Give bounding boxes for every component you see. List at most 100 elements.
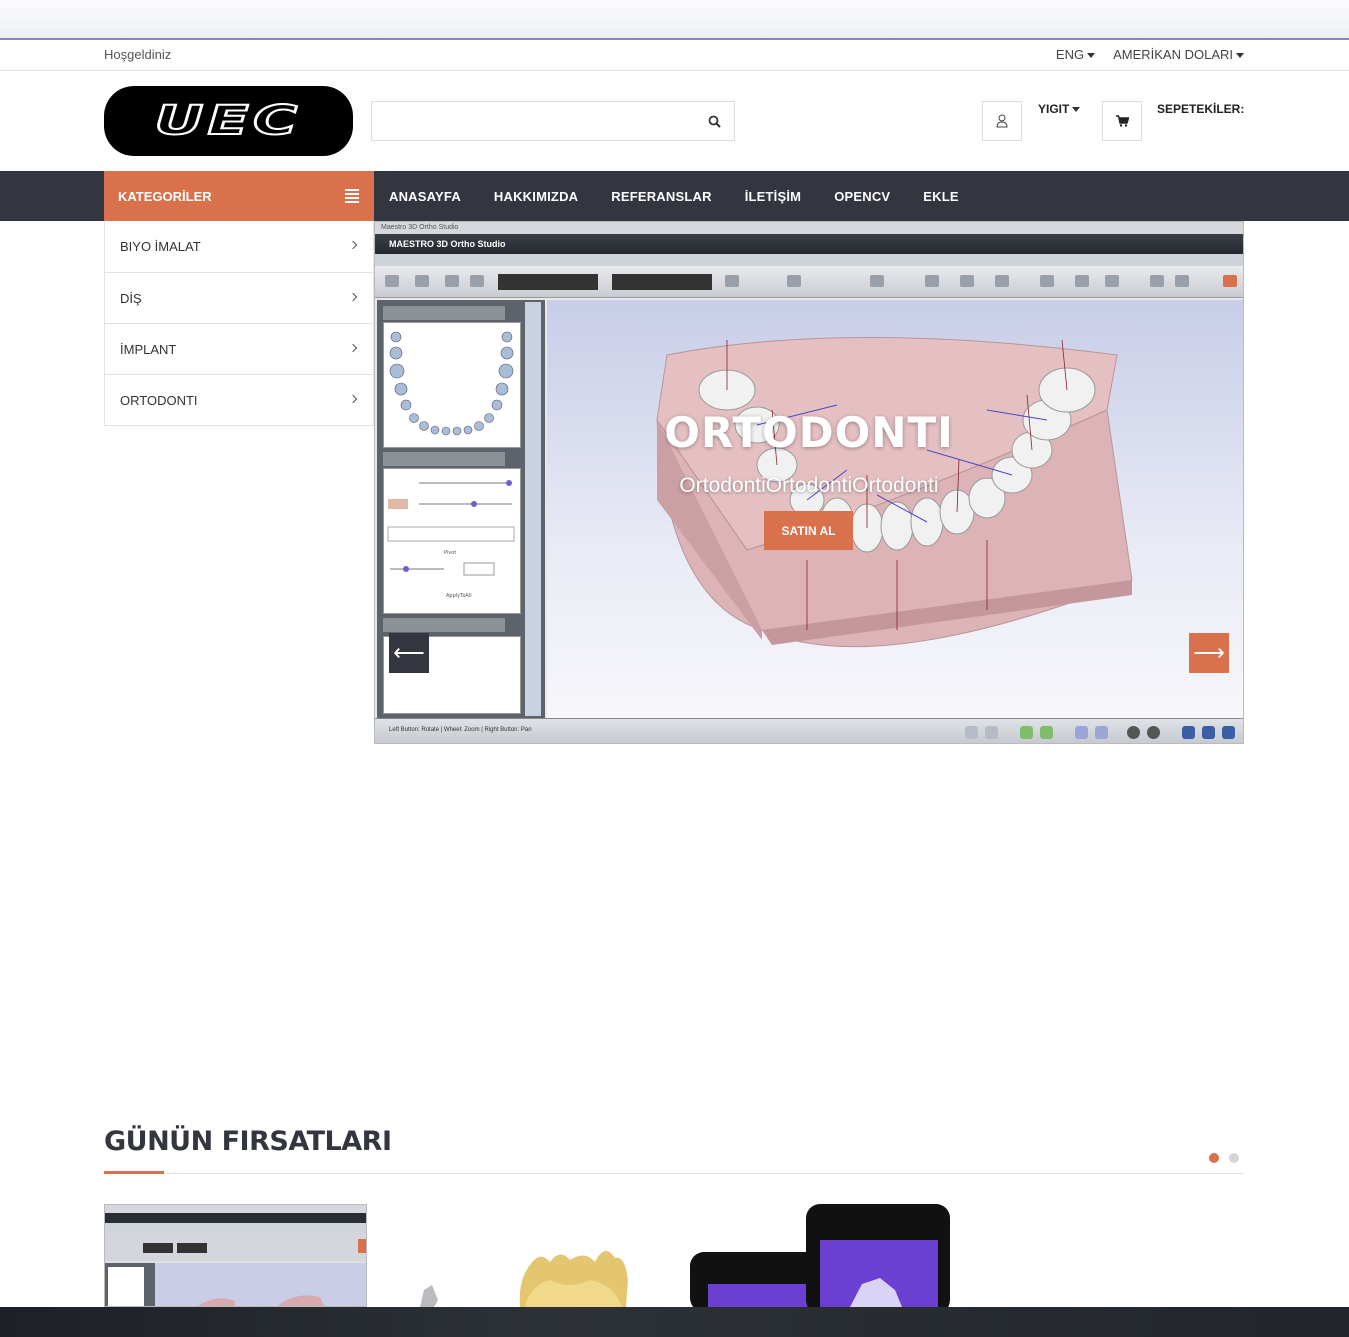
- software-window-title: Maestro 3D Ortho Studio: [375, 222, 1243, 234]
- caret-down-icon: [1072, 107, 1081, 113]
- svg-text:ApplyToAll: ApplyToAll: [446, 593, 472, 599]
- arrow-left-icon: ⟵: [393, 640, 425, 665]
- site-logo[interactable]: UEC: [104, 86, 353, 156]
- status-icon: [965, 726, 978, 739]
- toolbar-icon: [415, 275, 429, 287]
- browser-top-strip: [0, 0, 1349, 40]
- panel-header: [383, 306, 505, 320]
- carousel-dot-active[interactable]: [1209, 1153, 1219, 1163]
- status-icon: [1202, 726, 1215, 739]
- toolbar-icon: [1075, 275, 1089, 287]
- toolbar-icon: [870, 275, 884, 287]
- category-item-biyo-imalat[interactable]: BIYO İMALAT: [105, 221, 373, 272]
- status-icon: [1020, 726, 1033, 739]
- search-box: [371, 101, 735, 141]
- svg-text:Pivot: Pivot: [444, 550, 456, 556]
- product-image-dental-bridge[interactable]: [390, 1240, 660, 1307]
- status-icon: [1075, 726, 1088, 739]
- language-dropdown[interactable]: ENG: [1055, 47, 1096, 62]
- toolbar-icon: [787, 275, 801, 287]
- caret-down-icon: [1087, 53, 1096, 59]
- toolbar-field: [612, 274, 712, 290]
- category-label: ORTODONTI: [120, 392, 198, 408]
- footer-bar: [0, 1307, 1349, 1337]
- currency-label: AMERİKAN DOLARI: [1113, 47, 1233, 62]
- toolbar-icon: [960, 275, 974, 287]
- toolbar-icon: [385, 275, 399, 287]
- slider-next-button[interactable]: ⟶: [1189, 633, 1229, 673]
- currency-dropdown[interactable]: AMERİKAN DOLARI: [1113, 47, 1244, 62]
- toolbar-icon: [1175, 275, 1189, 287]
- category-item-dis[interactable]: DİŞ: [105, 272, 373, 323]
- toolbar-icon: [1105, 275, 1119, 287]
- nav-ekle[interactable]: EKLE: [923, 189, 958, 204]
- software-status-bar: Left Button: Rotate | Wheel: Zoom | Righ…: [375, 718, 1243, 743]
- logo-text: UEC: [153, 97, 303, 145]
- carousel-dot[interactable]: [1229, 1153, 1239, 1163]
- user-menu[interactable]: YIGIT: [1038, 102, 1081, 116]
- left-panel-scrollbar: [525, 302, 541, 716]
- software-toolbar: [375, 266, 1243, 298]
- toolbar-icon: [1150, 275, 1164, 287]
- category-label: İMPLANT: [120, 341, 177, 357]
- slide-title: ORTODONTI: [664, 408, 954, 457]
- cart-icon: [1115, 115, 1129, 127]
- categories-title: KATEGORİLER: [118, 188, 212, 204]
- search-icon: [708, 115, 721, 128]
- category-item-ortodonti[interactable]: ORTODONTI: [105, 374, 373, 425]
- chevron-right-icon: [348, 394, 358, 404]
- language-label: ENG: [1055, 47, 1085, 62]
- top-right-links: ENG AMERİKAN DOLARI: [1056, 47, 1244, 62]
- nav-opencv[interactable]: OPENCV: [834, 189, 890, 204]
- toolbar-icon: [470, 275, 484, 287]
- deals-section-title: GÜNÜN FIRSATLARI: [104, 1126, 392, 1157]
- chevron-right-icon: [348, 343, 358, 353]
- toolbar-icon: [725, 275, 739, 287]
- status-icon: [1040, 726, 1053, 739]
- toolbar-field: [498, 274, 598, 290]
- buy-button[interactable]: SATIN AL: [764, 511, 853, 550]
- status-icon: [1222, 726, 1235, 739]
- cart-button[interactable]: [1102, 101, 1142, 141]
- caret-down-icon: [1236, 53, 1244, 59]
- cart-label[interactable]: SEPETEKİLER:: [1157, 102, 1244, 116]
- status-icon: [985, 726, 998, 739]
- status-icon: [1147, 726, 1160, 739]
- search-button[interactable]: [694, 102, 734, 140]
- welcome-text: Hoşgeldiniz: [104, 47, 172, 62]
- category-item-implant[interactable]: İMPLANT: [105, 323, 373, 374]
- nav-iletisim[interactable]: İLETİŞİM: [745, 189, 802, 204]
- slide-subtitle: OrtodontiOrtodontiOrtodonti: [679, 474, 939, 497]
- categories-header[interactable]: KATEGORİLER: [104, 171, 374, 221]
- panel-header: [383, 618, 505, 632]
- dental-model-image: [656, 337, 1133, 648]
- software-thumbnail-image: [105, 1205, 366, 1306]
- hamburger-icon: [345, 189, 359, 203]
- top-bar: Hoşgeldiniz ENG AMERİKAN DOLARI: [0, 40, 1349, 71]
- user-name-label: YIGIT: [1038, 102, 1070, 116]
- status-text: Left Button: Rotate | Wheel: Zoom | Righ…: [389, 727, 532, 733]
- toolbar-icon: [1223, 275, 1237, 287]
- chevron-right-icon: [348, 240, 358, 250]
- toolbar-icon: [925, 275, 939, 287]
- category-label: BIYO İMALAT: [120, 239, 201, 254]
- status-icon: [1127, 726, 1140, 739]
- arrow-right-icon: ⟶: [1193, 640, 1225, 665]
- status-icon: [1095, 726, 1108, 739]
- software-app-title: MAESTRO 3D Ortho Studio: [375, 234, 1243, 254]
- product-image-tablet-app[interactable]: [690, 1204, 950, 1314]
- software-tabs: [375, 254, 1243, 266]
- dental-bridge-image: [420, 1250, 628, 1307]
- search-input[interactable]: [372, 102, 692, 140]
- category-label: DİŞ: [120, 290, 142, 306]
- product-image-ortho-software[interactable]: [104, 1204, 367, 1307]
- nav-referanslar[interactable]: REFERANSLAR: [611, 189, 711, 204]
- account-button[interactable]: [982, 101, 1022, 141]
- nav-hakkimizda[interactable]: HAKKIMIZDA: [494, 189, 578, 204]
- chevron-right-icon: [348, 292, 358, 302]
- tablet-devices-image: [690, 1204, 950, 1314]
- user-icon: [996, 114, 1008, 128]
- nav-anasayfa[interactable]: ANASAYFA: [389, 189, 461, 204]
- slider-prev-button[interactable]: ⟵: [389, 633, 429, 673]
- section-divider: [104, 1173, 1244, 1174]
